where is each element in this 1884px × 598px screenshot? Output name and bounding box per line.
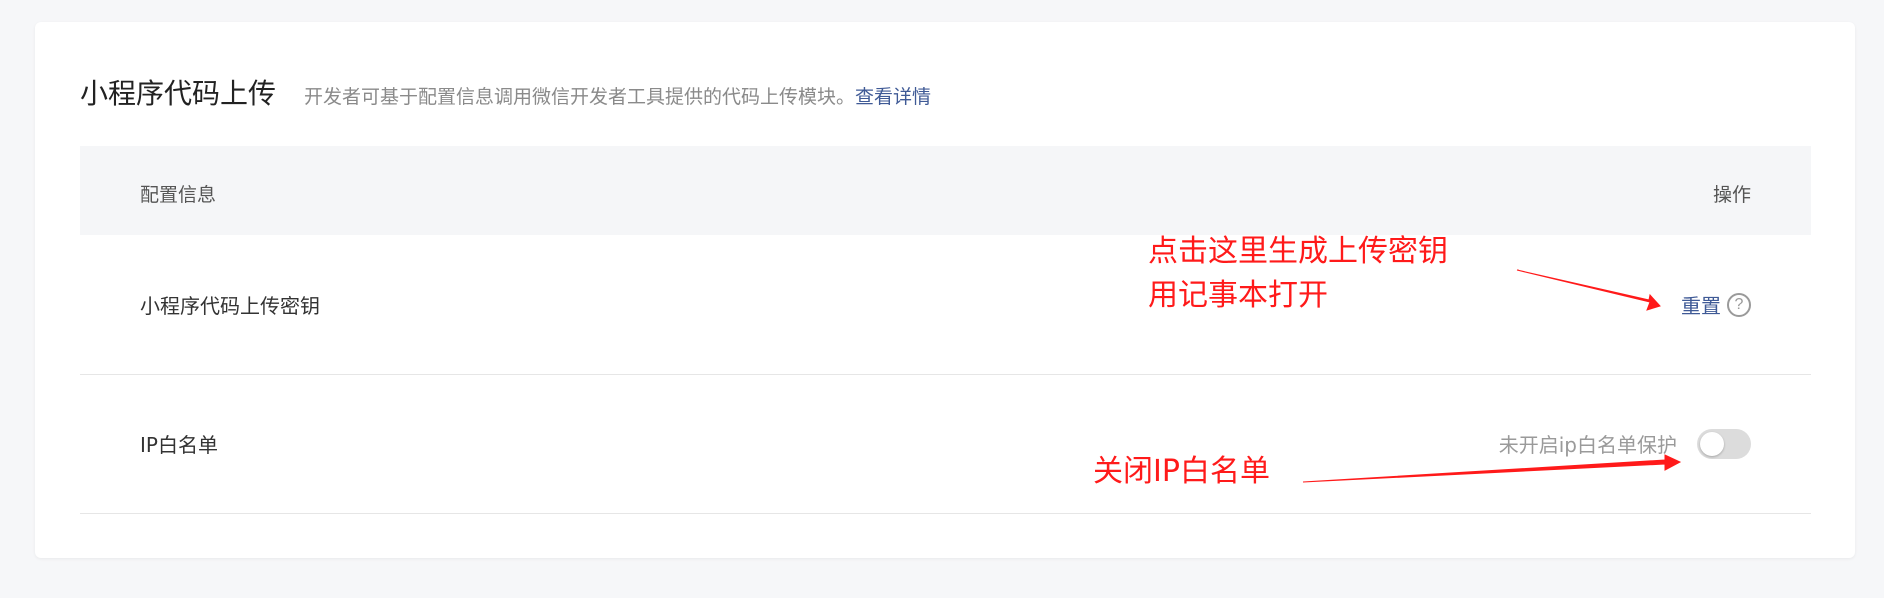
ip-whitelist-label: IP白名单 [140, 433, 218, 457]
column-header-config: 配置信息 [140, 184, 217, 206]
upload-key-label: 小程序代码上传密钥 [140, 294, 320, 318]
annotation-close-whitelist: 关闭IP白名单 [1093, 454, 1270, 489]
page-description: 开发者可基于配置信息调用微信开发者工具提供的代码上传模块。 [304, 86, 856, 108]
ip-whitelist-actions: 未开启ip白名单保护 [1499, 374, 1751, 513]
annotation-generate-key: 点击这里生成上传密钥 用记事本打开 [1148, 230, 1448, 318]
ip-whitelist-status: 未开启ip白名单保护 [1498, 433, 1677, 457]
reset-button[interactable]: 重置 [1681, 290, 1721, 319]
toggle-knob [1700, 431, 1724, 456]
annotation-line-2: 用记事本打开 [1148, 278, 1328, 313]
table-row-ip-whitelist: IP白名单 未开启ip白名单保护 [80, 374, 1811, 514]
page-title: 小程序代码上传 [80, 77, 277, 110]
table-header: 配置信息 操作 [80, 146, 1811, 235]
title-row: 小程序代码上传 开发者可基于配置信息调用微信开发者工具提供的代码上传模块。 查看… [80, 72, 931, 112]
upload-key-actions: 重置 ? [1681, 235, 1751, 374]
upload-settings-card: 小程序代码上传 开发者可基于配置信息调用微信开发者工具提供的代码上传模块。 查看… [35, 22, 1855, 558]
column-header-action: 操作 [1712, 184, 1751, 206]
view-details-link[interactable]: 查看详情 [855, 82, 931, 109]
annotation-line-1: 点击这里生成上传密钥 [1148, 234, 1448, 269]
ip-whitelist-toggle[interactable] [1697, 428, 1751, 459]
table-row-upload-key: 小程序代码上传密钥 重置 ? [80, 235, 1811, 375]
question-circle-icon[interactable]: ? [1727, 292, 1751, 317]
